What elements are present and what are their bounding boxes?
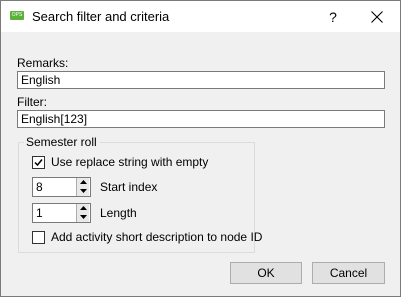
arrow-up-icon	[79, 206, 87, 210]
dialog-title: Search filter and criteria	[32, 9, 170, 24]
remarks-input[interactable]: English	[17, 71, 385, 89]
length-spinbox[interactable]: 1	[32, 203, 91, 223]
start-index-spin-buttons	[76, 178, 90, 196]
cancel-button[interactable]: Cancel	[312, 262, 385, 284]
add-activity-label[interactable]: Add activity short description to node I…	[51, 230, 262, 244]
length-spin-buttons	[76, 204, 90, 222]
length-down-button[interactable]	[76, 213, 89, 222]
help-button[interactable]: ?	[319, 5, 347, 29]
length-label: Length	[100, 206, 137, 220]
start-index-down-button[interactable]	[76, 187, 89, 196]
use-replace-label[interactable]: Use replace string with empty	[51, 155, 208, 169]
use-replace-checkbox[interactable]	[32, 156, 45, 169]
length-value[interactable]: 1	[36, 206, 43, 220]
start-index-up-button[interactable]	[76, 178, 89, 187]
app-icon: OPS	[10, 11, 24, 20]
arrow-down-icon	[79, 215, 87, 219]
filter-input[interactable]: English[123]	[17, 110, 385, 128]
semester-roll-legend: Semester roll	[24, 135, 100, 149]
start-index-value[interactable]: 8	[36, 180, 43, 194]
close-button[interactable]	[363, 5, 391, 29]
start-index-spinbox[interactable]: 8	[32, 177, 91, 197]
arrow-up-icon	[79, 180, 87, 184]
checkmark-icon	[34, 159, 43, 167]
start-index-label: Start index	[100, 180, 158, 194]
title-bar: OPS Search filter and criteria ?	[1, 1, 400, 32]
close-icon	[371, 11, 383, 23]
arrow-down-icon	[79, 189, 87, 193]
remarks-label: Remarks:	[17, 56, 69, 70]
filter-label: Filter:	[17, 95, 47, 109]
length-up-button[interactable]	[76, 204, 89, 213]
add-activity-checkbox[interactable]	[32, 231, 45, 244]
ok-button[interactable]: OK	[230, 262, 302, 284]
dialog-window: OPS Search filter and criteria ? Remarks…	[0, 0, 401, 297]
